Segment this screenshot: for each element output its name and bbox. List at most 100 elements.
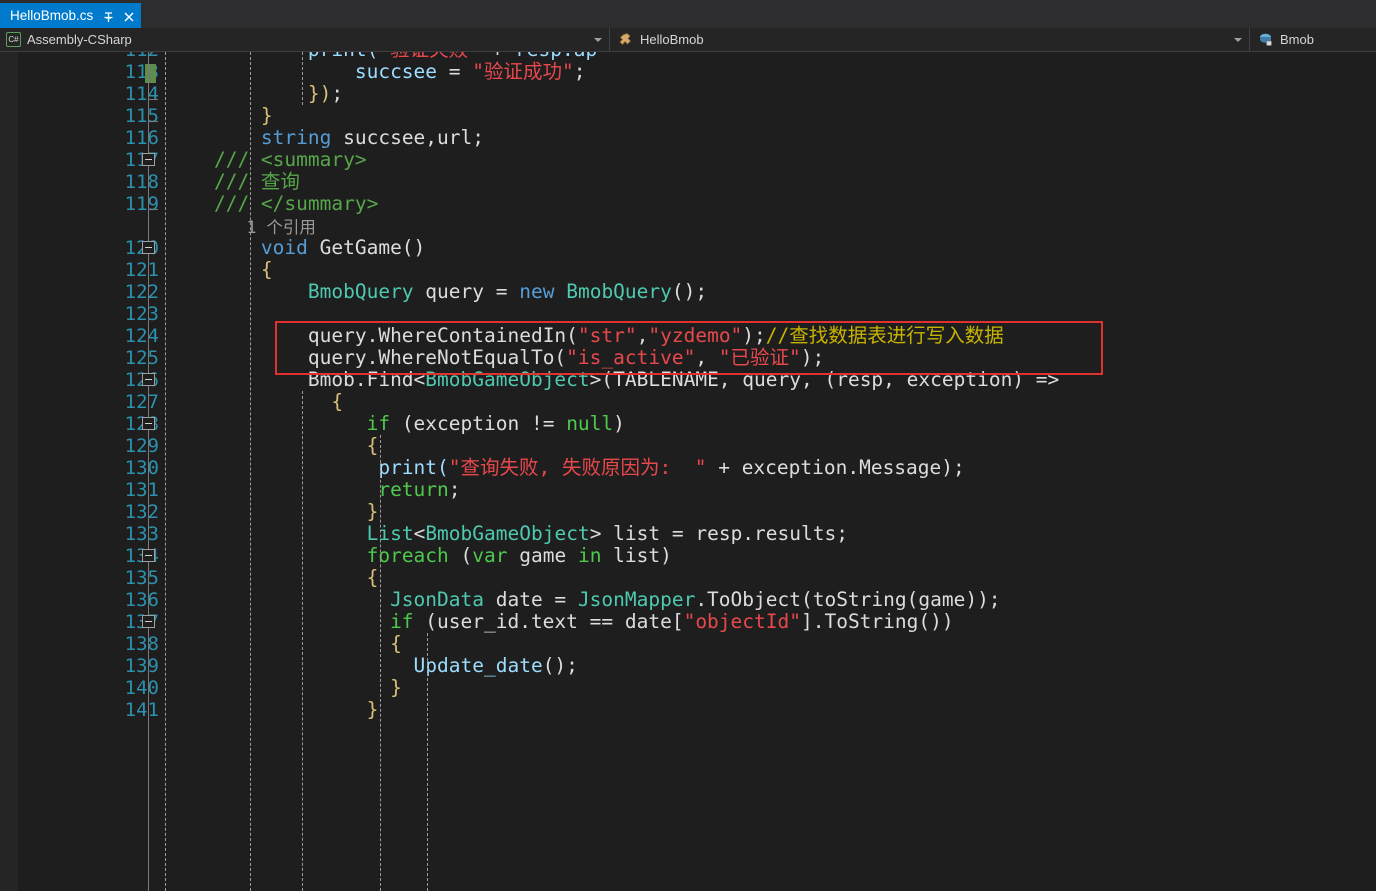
- outlining-end-tick: [149, 99, 158, 100]
- code-token: {: [390, 632, 402, 655]
- member-dropdown[interactable]: HelloBmob: [610, 28, 1250, 51]
- code-line: {: [167, 566, 379, 589]
- code-token: );: [742, 324, 766, 347]
- code-token: > list = resp.results;: [589, 522, 848, 545]
- code-token: ;: [331, 82, 344, 105]
- code-token: ();: [671, 280, 708, 303]
- code-line: BmobQuery query = new BmobQuery();: [167, 281, 707, 303]
- code-token: 1 个引用: [246, 218, 316, 237]
- code-token: <: [413, 522, 426, 545]
- code-line: void GetGame(): [167, 237, 425, 259]
- code-line: {: [167, 434, 379, 457]
- code-token: ();: [542, 654, 578, 677]
- code-token: if: [390, 610, 414, 633]
- code-token: BmobGameObject: [425, 522, 590, 545]
- code-token: (user_id.text == date[: [413, 610, 684, 633]
- code-token: ): [613, 412, 625, 435]
- code-token: succsee,url;: [331, 126, 484, 149]
- code-token: BmobQuery: [566, 280, 672, 303]
- collapse-minus-icon[interactable]: [142, 615, 155, 628]
- code-token: }: [366, 698, 379, 721]
- csharp-project-icon: C#: [6, 32, 21, 47]
- code-line: {: [167, 633, 402, 655]
- code-token: "is_active": [566, 346, 696, 369]
- chevron-down-icon[interactable]: [594, 37, 602, 42]
- code-token: "yzdemo": [648, 324, 743, 347]
- code-token: /// </summary>: [213, 192, 379, 215]
- code-token: new: [519, 280, 555, 303]
- code-token: query.WhereContainedIn(: [307, 324, 578, 347]
- code-token: Bmob.Find<: [307, 368, 426, 391]
- code-line: /// <summary>: [167, 149, 367, 171]
- code-line: });: [167, 83, 343, 105]
- code-editor[interactable]: 1121131141151161171181191201211221231241…: [0, 52, 1376, 891]
- code-token: JsonMapper: [577, 588, 696, 611]
- navigation-bar: C# Assembly-CSharp HelloBmob Bmob: [0, 28, 1376, 52]
- code-token: var: [472, 544, 508, 567]
- indent-guide: [250, 52, 251, 891]
- project-dropdown[interactable]: C# Assembly-CSharp: [0, 28, 610, 51]
- code-token: /// <summary>: [213, 148, 367, 171]
- pin-icon[interactable]: [102, 9, 115, 22]
- indent-guide: [302, 391, 303, 891]
- collapse-minus-icon[interactable]: [142, 417, 155, 430]
- code-token: JsonData: [390, 588, 484, 611]
- code-line: if (user_id.text == date["objectId"].ToS…: [167, 611, 954, 633]
- code-line: succsee = "验证成功";: [167, 61, 586, 83]
- code-line: /// </summary>: [167, 193, 378, 215]
- indent-guide: [427, 633, 428, 891]
- editor-tab-hellobmob[interactable]: HelloBmob.cs: [0, 3, 141, 28]
- code-token: (: [448, 544, 473, 567]
- code-token: ;: [573, 60, 586, 83]
- code-token: ;: [448, 478, 461, 501]
- indent-guide: [302, 52, 303, 105]
- code-line: string succsee,url;: [167, 127, 484, 149]
- code-token: List: [366, 522, 414, 545]
- code-token: list): [601, 544, 672, 567]
- code-token: "查询失败, 失败原因为: ": [448, 456, 707, 479]
- code-line: if (exception != null): [167, 413, 625, 435]
- code-token: print(: [378, 456, 449, 479]
- code-text-area[interactable]: print("验证失败" + resp.ap succsee = "验证成功";…: [0, 52, 1376, 891]
- code-line: }: [167, 677, 402, 699]
- chevron-down-icon[interactable]: [1234, 37, 1242, 42]
- code-token: =: [437, 60, 473, 83]
- close-icon[interactable]: [122, 9, 136, 23]
- code-token: }: [366, 500, 379, 523]
- code-token: BmobQuery: [307, 280, 414, 303]
- collapse-minus-icon[interactable]: [142, 373, 155, 386]
- code-token: {: [366, 566, 379, 589]
- code-token: {: [331, 390, 344, 413]
- collapse-minus-icon[interactable]: [142, 153, 155, 166]
- type-indicator[interactable]: Bmob: [1250, 28, 1376, 51]
- code-token: (exception !=: [390, 412, 567, 435]
- type-indicator-label: Bmob: [1280, 32, 1314, 47]
- tab-label: HelloBmob.cs: [10, 8, 94, 23]
- code-token: string: [260, 126, 332, 149]
- collapse-minus-icon[interactable]: [142, 549, 155, 562]
- code-line: Bmob.Find<BmobGameObject>(TABLENAME, que…: [167, 369, 1059, 391]
- collapse-minus-icon[interactable]: [142, 241, 155, 254]
- code-line: /// 查询: [167, 171, 300, 193]
